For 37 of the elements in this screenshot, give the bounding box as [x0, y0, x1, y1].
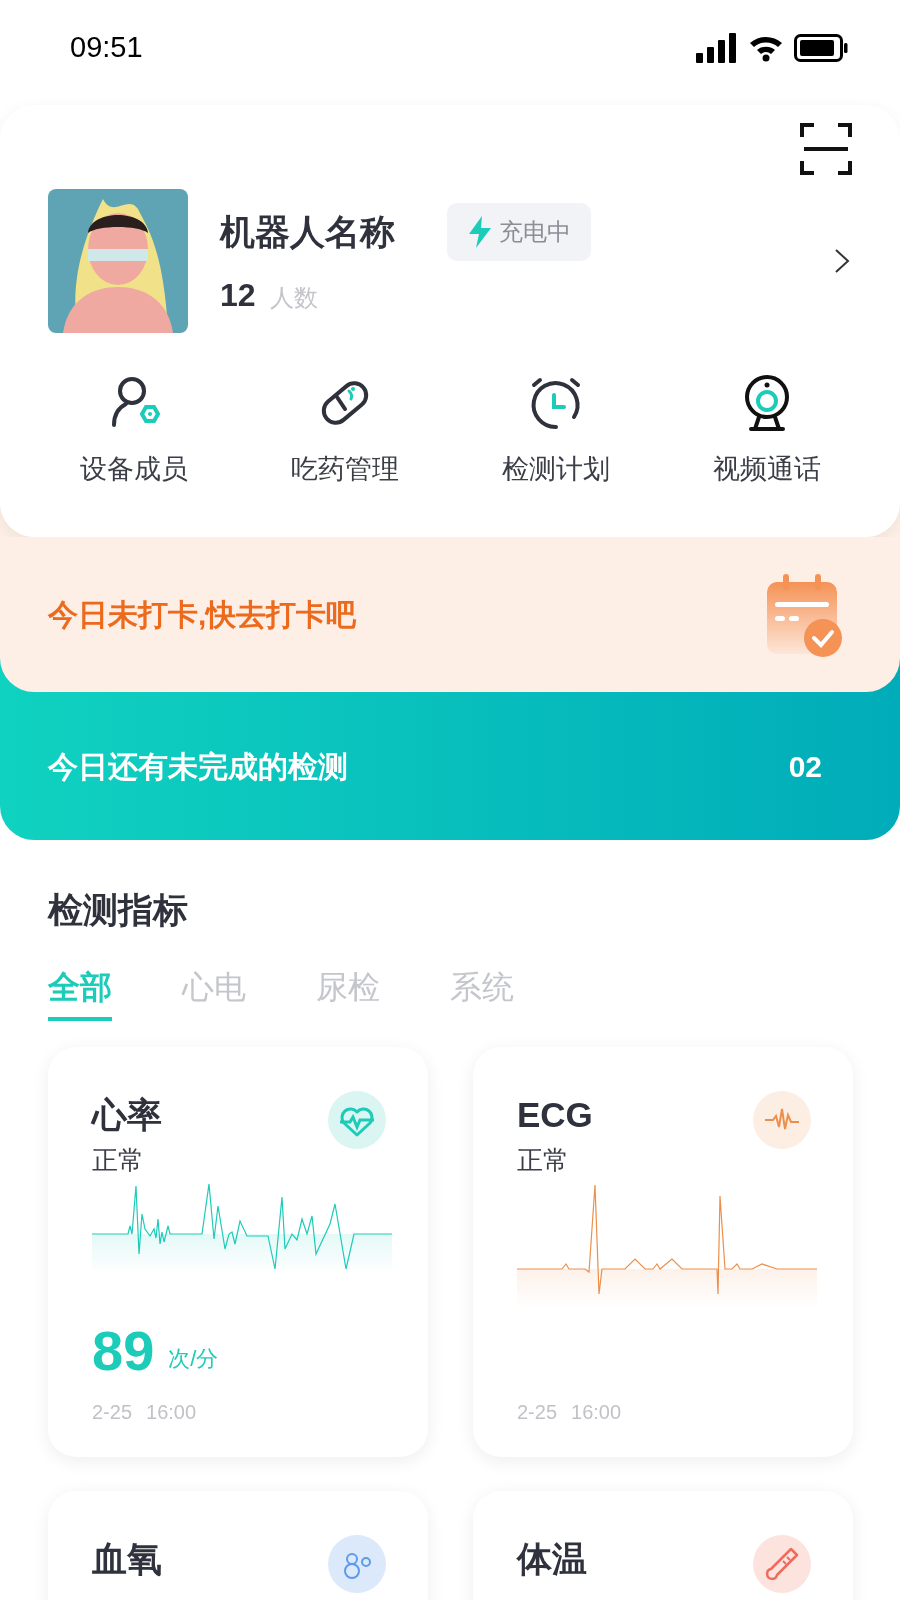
- status-time: 09:51: [70, 29, 143, 65]
- metric-value: 89: [92, 1322, 155, 1379]
- metric-card[interactable]: 体温: [473, 1490, 853, 1600]
- pending-count: 02: [788, 748, 822, 785]
- metric-card[interactable]: 血氧: [48, 1490, 428, 1600]
- metric-unit: 次/分: [168, 1344, 219, 1373]
- robot-name: 机器人名称: [220, 210, 395, 253]
- scan-icon[interactable]: [800, 123, 852, 175]
- waveform-icon: [753, 1090, 811, 1149]
- metric-card[interactable]: 心率 正常 89 次/分 2-25 16:00: [48, 1046, 428, 1457]
- quick-action[interactable]: 吃药管理: [239, 371, 450, 490]
- charging-status: 充电中: [499, 217, 571, 247]
- quick-action[interactable]: 视频通话: [661, 371, 872, 490]
- metric-title: 血氧: [92, 1537, 162, 1580]
- bubbles-icon: [328, 1534, 386, 1593]
- battery-icon: [794, 33, 848, 62]
- member-count-label: 人数: [269, 283, 318, 313]
- member-count: 12: [220, 276, 256, 315]
- heart-pulse-icon: [328, 1090, 386, 1149]
- calendar-check-icon: [765, 571, 845, 658]
- metric-title: 体温: [517, 1537, 587, 1580]
- quick-action[interactable]: 设备成员: [28, 371, 239, 490]
- metric-title: ECG: [517, 1093, 593, 1136]
- lightning-icon: [467, 216, 493, 248]
- metric-date: 2-25: [92, 1399, 133, 1425]
- metric-title: 心率: [92, 1093, 162, 1136]
- metric-time: 16:00: [146, 1399, 197, 1425]
- signal-icon: [696, 32, 738, 63]
- metric-card[interactable]: ECG 正常 2-25 16:00: [473, 1046, 853, 1457]
- metric-date: 2-25: [517, 1399, 558, 1425]
- metric-status: 正常: [517, 1143, 570, 1177]
- section-title: 检测指标: [48, 889, 189, 931]
- thermometer-icon: [753, 1534, 811, 1593]
- chevron-right-icon[interactable]: [834, 248, 850, 274]
- quick-action[interactable]: 检测计划: [450, 371, 661, 490]
- metric-time: 16:00: [571, 1399, 622, 1425]
- metric-status: 正常: [92, 1143, 145, 1177]
